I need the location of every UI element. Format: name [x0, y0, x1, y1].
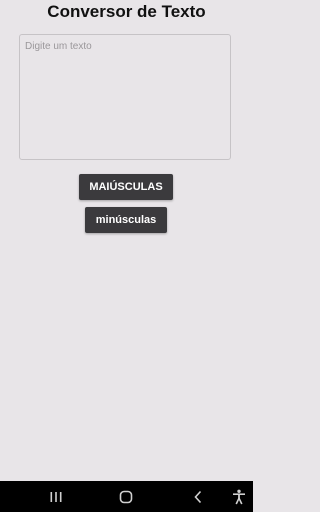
- lowercase-button[interactable]: minúsculas: [85, 207, 167, 233]
- uppercase-button[interactable]: MAIÚSCULAS: [79, 174, 173, 200]
- recent-apps-icon[interactable]: [44, 481, 68, 512]
- text-input[interactable]: [19, 34, 231, 160]
- page-title: Conversor de Texto: [47, 2, 206, 21]
- accessibility-icon[interactable]: [228, 481, 250, 512]
- back-icon[interactable]: [186, 481, 210, 512]
- home-icon[interactable]: [114, 481, 138, 512]
- system-navigation-bar: [0, 481, 253, 512]
